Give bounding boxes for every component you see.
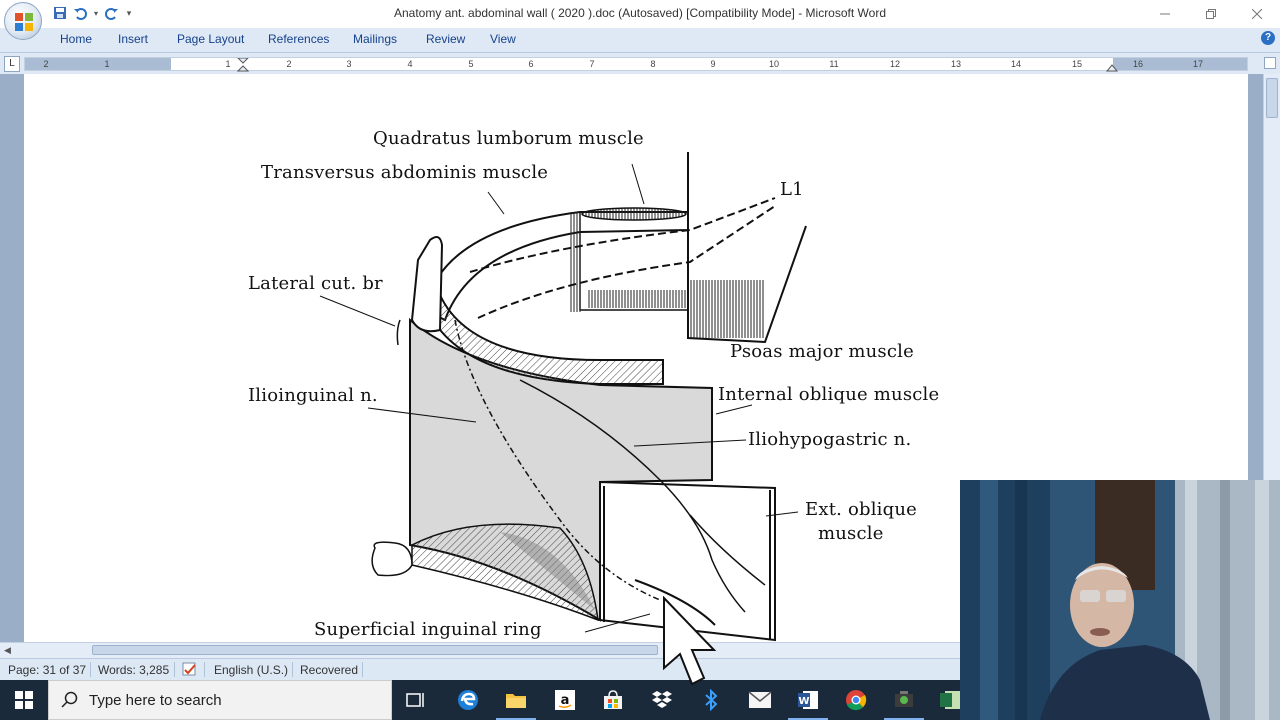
ruler-number: 13	[950, 59, 962, 69]
label-iliohypogastric: Iliohypogastric n.	[748, 429, 912, 450]
help-icon[interactable]: ?	[1261, 31, 1275, 45]
recovered-indicator: Recovered	[300, 663, 359, 677]
ruler-number: 16	[1132, 59, 1144, 69]
ruler-number: 2	[286, 59, 292, 69]
chrome-icon[interactable]	[842, 686, 870, 714]
indent-marker-icon[interactable]	[236, 58, 250, 72]
tab-review[interactable]: Review	[426, 32, 465, 46]
restore-button[interactable]	[1188, 0, 1234, 28]
label-transversus: Transversus abdominis muscle	[261, 162, 549, 183]
tab-selector[interactable]: L	[4, 56, 20, 72]
label-l1: L1	[780, 179, 804, 200]
scroll-left-icon[interactable]: ◀	[4, 645, 11, 656]
ruler-number: 9	[710, 59, 716, 69]
office-button[interactable]	[4, 2, 42, 40]
presenter-video	[960, 480, 1280, 720]
label-quadratus: Quadratus lumborum muscle	[373, 128, 644, 149]
label-lateral-cut: Lateral cut. br	[248, 273, 383, 294]
ruler-number: 3	[346, 59, 352, 69]
label-internal-oblique: Internal oblique muscle	[718, 384, 940, 405]
mail-icon[interactable]	[746, 686, 774, 714]
start-button[interactable]	[0, 680, 48, 720]
language-indicator[interactable]: English (U.S.)	[214, 663, 288, 677]
status-divider	[204, 662, 205, 677]
ruler-number: 11	[829, 59, 839, 69]
ruler-bar: L 2 1 1 2 3 4 5 6 7 8 9 10 11 12 13 14 1…	[0, 52, 1280, 74]
ruler-number: 15	[1071, 59, 1083, 69]
label-ext-oblique: Ext. oblique	[805, 499, 918, 520]
ruler-number: 7	[589, 59, 595, 69]
store-icon[interactable]	[599, 686, 627, 714]
window-title: Anatomy ant. abdominal wall ( 2020 ).doc…	[394, 6, 886, 20]
ruler-number: 1	[104, 59, 110, 69]
tab-page-layout[interactable]: Page Layout	[177, 32, 244, 46]
search-icon	[61, 691, 78, 708]
svg-text:W: W	[798, 696, 809, 707]
task-view-icon[interactable]	[402, 686, 430, 714]
tab-view[interactable]: View	[490, 32, 516, 46]
tab-mailings[interactable]: Mailings	[353, 32, 397, 46]
ruler-number: 10	[768, 59, 780, 69]
ruler-number: 14	[1010, 59, 1022, 69]
camtasia-icon[interactable]	[884, 686, 924, 720]
proofing-icon[interactable]	[182, 662, 198, 680]
edge-icon[interactable]	[454, 686, 482, 714]
label-psoas: Psoas major muscle	[730, 341, 914, 362]
right-indent-marker-icon[interactable]	[1105, 58, 1119, 72]
minimize-button[interactable]	[1142, 0, 1188, 28]
ribbon-tabs: Home Insert Page Layout References Maili…	[0, 28, 1280, 52]
tab-insert[interactable]: Insert	[118, 32, 148, 46]
tab-references[interactable]: References	[268, 32, 329, 46]
windows-icon	[15, 691, 33, 709]
webcam-overlay	[960, 480, 1280, 720]
view-ruler-icon[interactable]	[1264, 57, 1276, 69]
status-divider	[90, 662, 91, 677]
word-count[interactable]: Words: 3,285	[98, 663, 169, 677]
horizontal-scroll-thumb[interactable]	[92, 645, 658, 655]
window-controls	[1142, 0, 1280, 28]
page-count[interactable]: Page: 31 of 37	[8, 663, 86, 677]
ruler-number: 12	[889, 59, 901, 69]
status-divider	[174, 662, 175, 677]
ruler-number: 8	[650, 59, 656, 69]
amazon-icon[interactable]: a	[551, 686, 579, 714]
file-explorer-icon[interactable]	[496, 686, 536, 720]
search-placeholder: Type here to search	[89, 692, 222, 709]
label-superficial-ring: Superficial inguinal ring	[314, 619, 542, 640]
ruler-number: 5	[468, 59, 474, 69]
label-ext-oblique-muscle: muscle	[818, 523, 884, 544]
taskbar-search[interactable]: Type here to search	[48, 680, 392, 720]
word-icon[interactable]: W	[788, 686, 828, 720]
mouse-cursor-icon	[663, 596, 717, 686]
vertical-scroll-thumb[interactable]	[1266, 78, 1278, 118]
ruler-number: 1	[225, 59, 231, 69]
status-divider	[362, 662, 363, 677]
close-button[interactable]	[1234, 0, 1280, 28]
ruler-number: 17	[1192, 59, 1204, 69]
office-logo-icon	[15, 13, 33, 31]
status-divider	[292, 662, 293, 677]
horizontal-ruler[interactable]: 2 1 1 2 3 4 5 6 7 8 9 10 11 12 13 14 15 …	[24, 57, 1248, 72]
tab-home[interactable]: Home	[60, 32, 92, 46]
label-ilioinguinal: Ilioinguinal n.	[248, 385, 378, 406]
title-bar: ▾ ▾ Anatomy ant. abdominal wall ( 2020 )…	[0, 0, 1280, 28]
ruler-number: 4	[407, 59, 413, 69]
ruler-number: 2	[43, 59, 49, 69]
ruler-number: 6	[528, 59, 534, 69]
